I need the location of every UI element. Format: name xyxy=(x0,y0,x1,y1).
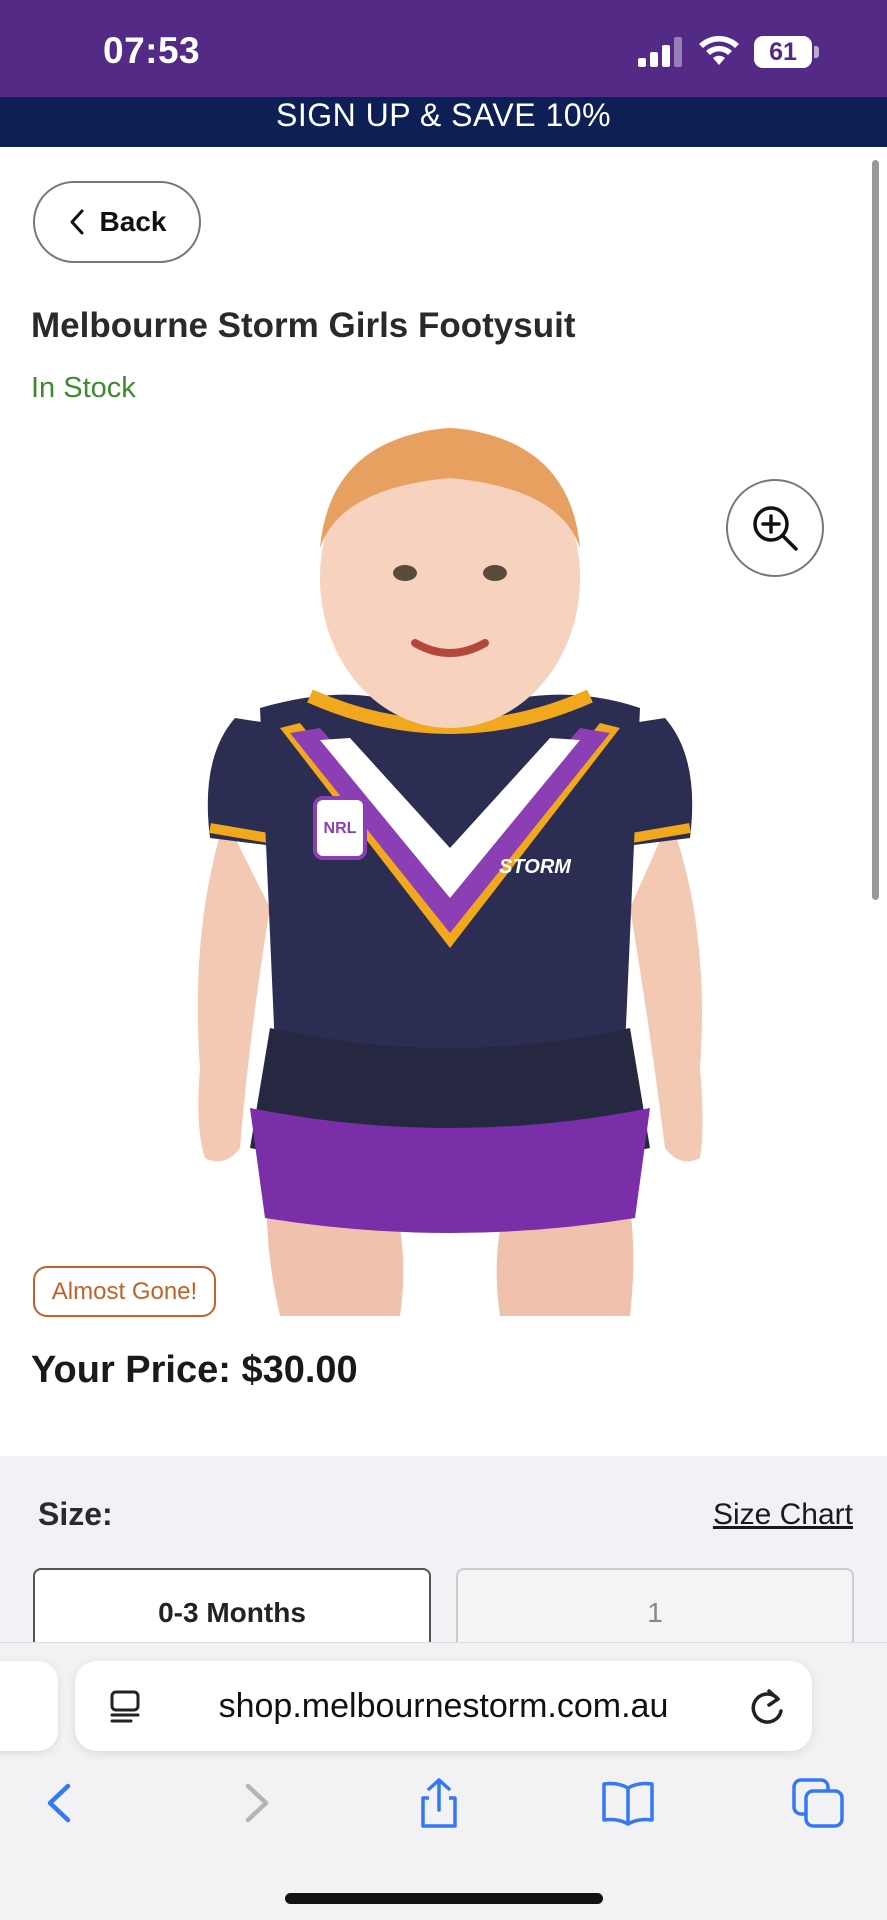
status-bar: 07:53 61 xyxy=(0,0,887,97)
back-button-label: Back xyxy=(99,206,167,237)
page-scrollbar[interactable] xyxy=(872,160,879,900)
reload-icon[interactable] xyxy=(747,1685,787,1727)
bookmarks-icon[interactable] xyxy=(600,1778,656,1828)
tabs-icon[interactable] xyxy=(790,1778,846,1828)
home-indicator[interactable] xyxy=(285,1893,603,1904)
wifi-icon xyxy=(699,36,739,65)
battery-level: 61 xyxy=(769,38,797,66)
back-arrow-icon[interactable] xyxy=(34,1778,90,1828)
product-title: Melbourne Storm Girls Footysuit xyxy=(31,306,576,345)
chevron-left-icon xyxy=(70,209,84,235)
size-chart-link[interactable]: Size Chart xyxy=(713,1498,853,1532)
previous-tab-peek[interactable] xyxy=(0,1661,58,1751)
cellular-signal-icon xyxy=(638,37,682,67)
zoom-in-icon xyxy=(753,506,798,551)
share-icon[interactable] xyxy=(411,1778,467,1828)
size-label: Size: xyxy=(38,1496,113,1532)
address-bar[interactable]: shop.melbournestorm.com.au xyxy=(75,1661,812,1751)
url-text[interactable]: shop.melbournestorm.com.au xyxy=(75,1687,812,1726)
stock-status: In Stock xyxy=(31,372,136,404)
zoom-button[interactable] xyxy=(726,479,824,577)
svg-text:NRL: NRL xyxy=(324,820,357,837)
product-image[interactable]: NRL STORM xyxy=(180,428,720,1316)
almost-gone-badge: Almost Gone! xyxy=(33,1266,216,1317)
battery-icon: 61 xyxy=(754,36,820,70)
svg-text:STORM: STORM xyxy=(499,856,572,878)
promo-banner[interactable]: SIGN UP & SAVE 10% xyxy=(0,97,887,147)
forward-arrow-icon[interactable] xyxy=(226,1778,282,1828)
size-section: Size: Size Chart 0-3 Months 1 xyxy=(0,1456,887,1658)
status-time: 07:53 xyxy=(103,30,201,71)
price-label: Your Price: $30.00 xyxy=(31,1349,358,1391)
back-button[interactable]: Back xyxy=(33,181,201,263)
